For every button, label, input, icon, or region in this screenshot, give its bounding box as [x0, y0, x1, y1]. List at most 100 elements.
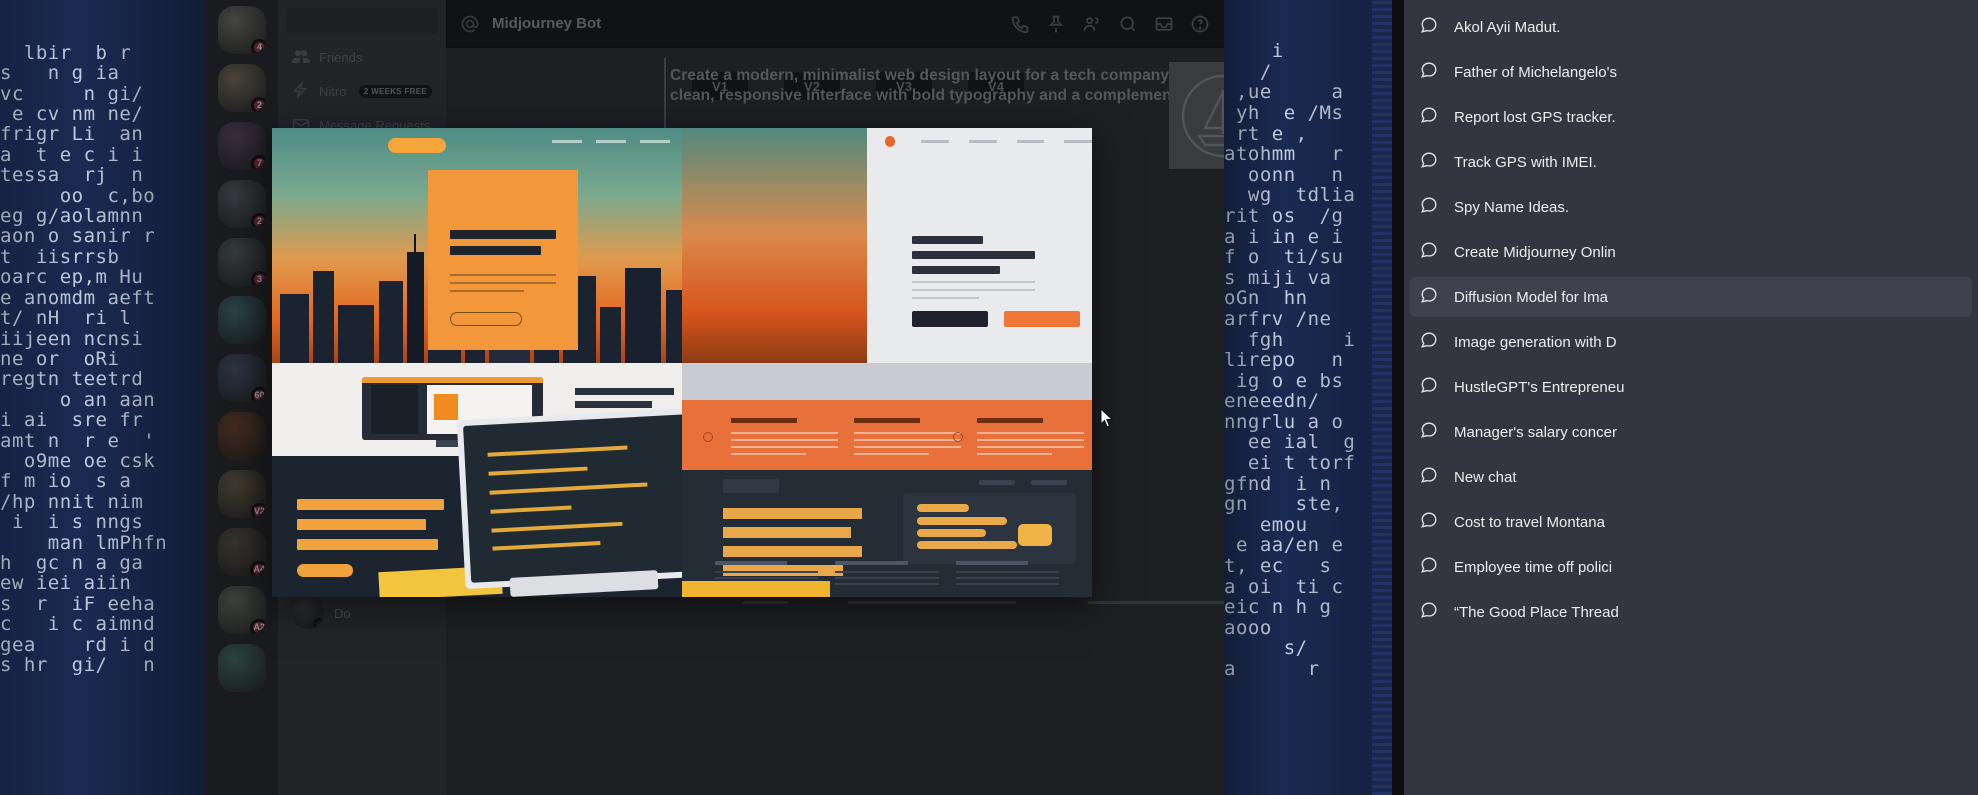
guild-unread-badge: V2: [250, 503, 266, 518]
dm-list-item[interactable]: Do: [284, 592, 440, 634]
chat-history-item[interactable]: Report lost GPS tracker.: [1410, 97, 1972, 137]
chat-history-item[interactable]: “The Good Place Thread: [1410, 592, 1972, 632]
guild-unread-badge: 3: [251, 271, 266, 286]
chat-history-item[interactable]: Create Midjourney Onlin: [1410, 232, 1972, 272]
discord-search-input[interactable]: [286, 8, 438, 34]
discord-channel-title: Midjourney Bot: [492, 15, 602, 32]
guild-icon[interactable]: [218, 296, 266, 344]
chat-history-item[interactable]: Employee time off polici: [1410, 547, 1972, 587]
members-icon[interactable]: [1082, 14, 1102, 34]
chat-bubble-icon: [1420, 16, 1438, 38]
call-icon[interactable]: [1010, 14, 1030, 34]
guild-icon[interactable]: 2: [218, 64, 266, 112]
chat-history-label: Report lost GPS tracker.: [1454, 108, 1616, 126]
search-icon[interactable]: [1118, 14, 1138, 34]
guild-unread-badge: 4: [251, 39, 266, 54]
cell2-primary-button: [911, 310, 988, 327]
chat-history-label: New chat: [1454, 468, 1517, 486]
chat-bubble-icon: [1420, 331, 1438, 353]
cell1-body-lines: [449, 274, 556, 298]
guild-unread-badge: 60: [251, 387, 266, 402]
cell2-photo: [682, 128, 867, 363]
midjourney-image-grid[interactable]: [272, 128, 1092, 597]
dm-text: Do: [334, 606, 351, 621]
cell4-panel: [903, 493, 1076, 565]
chat-history-item[interactable]: Father of Michelangelo's: [1410, 52, 1972, 92]
inbox-header-icon[interactable]: [1154, 14, 1174, 34]
guild-icon[interactable]: A2: [218, 586, 266, 634]
chatgpt-sidebar: Akol Ayii Madut. Father of Michelangelo's…: [1404, 0, 1978, 795]
screen-root: lbir b r s n g ia vc n gi/ e cv nm ne/ f…: [0, 0, 1978, 795]
discord-nav-friends[interactable]: Friends: [284, 40, 440, 74]
friends-icon: [292, 50, 310, 63]
guild-icon[interactable]: 4: [218, 6, 266, 54]
chat-history-item[interactable]: New chat: [1410, 457, 1972, 497]
chat-bubble-icon: [1420, 421, 1438, 443]
discord-guild-rail[interactable]: 4 2 7 2 3 60 V2 A4 A2: [206, 0, 278, 795]
nitro-icon: [292, 82, 308, 99]
chat-history-item[interactable]: Spy Name Ideas.: [1410, 187, 1972, 227]
chat-history-item[interactable]: Image generation with D: [1410, 322, 1972, 362]
help-icon[interactable]: [1190, 14, 1210, 34]
guild-icon[interactable]: A4: [218, 528, 266, 576]
cell3-hero-cta: [296, 564, 353, 578]
chat-history-label: HustleGPT's Entrepreneu: [1454, 378, 1625, 396]
chat-bubble-icon: [1420, 466, 1438, 488]
discord-nav-nitro[interactable]: Nitro 2 WEEKS FREE: [284, 74, 440, 108]
pin-icon[interactable]: [1046, 14, 1066, 34]
chat-history-label: Spy Name Ideas.: [1454, 198, 1570, 216]
cell4-hero: [682, 470, 1092, 597]
guild-icon[interactable]: 7: [218, 122, 266, 170]
chat-history-item[interactable]: Track GPS with IMEI.: [1410, 142, 1972, 182]
grid-cell-3[interactable]: [272, 362, 682, 597]
chat-history-item[interactable]: Diffusion Model for Ima: [1410, 277, 1972, 317]
discord-lower-shelf: [652, 597, 1224, 795]
cell1-logo-pill: [388, 138, 446, 153]
chat-history-label: Cost to travel Montana: [1454, 513, 1605, 531]
terminal-left-text: lbir b r s n g ia vc n gi/ e cv nm ne/ f…: [0, 41, 168, 676]
chat-history-label: “The Good Place Thread: [1454, 603, 1619, 621]
cell3-screen: [462, 414, 682, 583]
guild-icon[interactable]: [218, 412, 266, 460]
discord-nav-label: Nitro: [319, 83, 347, 99]
avatar: [292, 597, 324, 629]
guild-icon[interactable]: 2: [218, 180, 266, 228]
chat-history-label: Father of Michelangelo's: [1454, 63, 1617, 81]
chat-history-label: Employee time off polici: [1454, 558, 1613, 576]
cell4-yellow-edge: [682, 580, 830, 597]
guild-unread-badge: A2: [250, 619, 266, 634]
discord-nav-label: Friends: [319, 49, 363, 65]
sailboat-icon: [1168, 56, 1224, 176]
grid-cell-4[interactable]: [682, 362, 1092, 597]
terminal-wallpaper-left: lbir b r s n g ia vc n gi/ e cv nm ne/ f…: [0, 0, 206, 795]
midjourney-prompt-text: Create a modern, minimalist web design l…: [670, 67, 1224, 104]
guild-icon[interactable]: [218, 644, 266, 692]
guild-icon[interactable]: V2: [218, 470, 266, 518]
chat-bubble-icon: [1420, 106, 1438, 128]
discord-header-tools[interactable]: [1010, 14, 1210, 34]
nitro-promo-badge: 2 WEEKS FREE: [358, 84, 432, 98]
chat-history-label: Manager's salary concer: [1454, 423, 1617, 441]
grid-cell-2[interactable]: [682, 128, 1092, 363]
cell2-secondary-button: [1003, 310, 1080, 327]
chat-history-item[interactable]: Akol Ayii Madut.: [1410, 7, 1972, 47]
guild-unread-badge: 2: [251, 213, 266, 228]
chat-history-item[interactable]: Manager's salary concer: [1410, 412, 1972, 452]
chat-history-item[interactable]: Cost to travel Montana: [1410, 502, 1972, 542]
guild-unread-badge: A4: [250, 561, 266, 576]
chat-history-item[interactable]: HustleGPT's Entrepreneu: [1410, 367, 1972, 407]
mouse-cursor: [1100, 407, 1114, 430]
terminal-wallpaper-right: i / ,ue a yh e /Ms rt e , atohmm r oonn …: [1224, 0, 1392, 795]
chat-history-label: Track GPS with IMEI.: [1454, 153, 1597, 171]
guild-icon[interactable]: 60: [218, 354, 266, 402]
guild-unread-badge: 7: [251, 155, 266, 170]
grid-cell-1[interactable]: [272, 128, 682, 363]
chat-history-label: Akol Ayii Madut.: [1454, 18, 1561, 36]
at-icon: [461, 15, 479, 32]
chat-bubble-icon: [1420, 556, 1438, 578]
cell1-headline: [449, 230, 556, 262]
guild-icon[interactable]: 3: [218, 238, 266, 286]
chat-history-label: Create Midjourney Onlin: [1454, 243, 1616, 261]
chat-bubble-icon: [1420, 601, 1438, 623]
cell4-top-band: [682, 362, 1092, 401]
